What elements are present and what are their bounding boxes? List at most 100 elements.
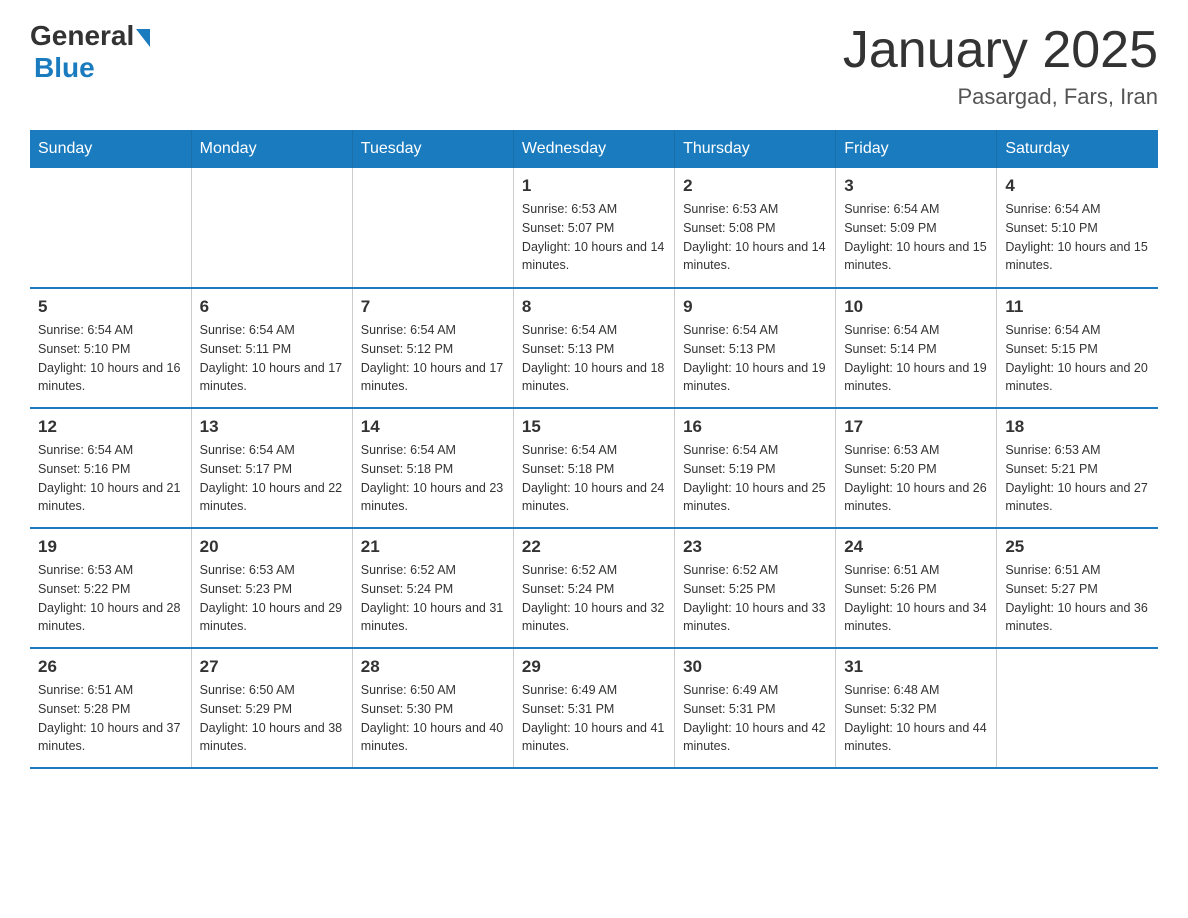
day-number: 22: [522, 537, 666, 557]
day-number: 7: [361, 297, 505, 317]
day-number: 3: [844, 176, 988, 196]
day-info: Sunrise: 6:53 AMSunset: 5:07 PMDaylight:…: [522, 200, 666, 275]
day-number: 14: [361, 417, 505, 437]
calendar-cell: 17 Sunrise: 6:53 AMSunset: 5:20 PMDayligh…: [836, 408, 997, 528]
calendar-cell: [191, 168, 352, 288]
calendar-cell: 24 Sunrise: 6:51 AMSunset: 5:26 PMDayligh…: [836, 528, 997, 648]
day-info: Sunrise: 6:53 AMSunset: 5:20 PMDaylight:…: [844, 441, 988, 516]
day-number: 13: [200, 417, 344, 437]
calendar-cell: 5Sunrise: 6:54 AMSunset: 5:10 PMDaylight…: [30, 288, 191, 408]
calendar-cell: 16 Sunrise: 6:54 AMSunset: 5:19 PMDayligh…: [675, 408, 836, 528]
day-info: Sunrise: 6:50 AMSunset: 5:29 PMDaylight:…: [200, 681, 344, 756]
day-number: 9: [683, 297, 827, 317]
day-number: 16: [683, 417, 827, 437]
week-row-5: 26 Sunrise: 6:51 AMSunset: 5:28 PMDayligh…: [30, 648, 1158, 768]
calendar-cell: 11 Sunrise: 6:54 AMSunset: 5:15 PMDayligh…: [997, 288, 1158, 408]
day-info: Sunrise: 6:54 AMSunset: 5:10 PMDaylight:…: [1005, 200, 1150, 275]
calendar-cell: 30 Sunrise: 6:49 AMSunset: 5:31 PMDayligh…: [675, 648, 836, 768]
day-info: Sunrise: 6:52 AMSunset: 5:24 PMDaylight:…: [361, 561, 505, 636]
day-number: 6: [200, 297, 344, 317]
day-number: 27: [200, 657, 344, 677]
calendar-cell: 15 Sunrise: 6:54 AMSunset: 5:18 PMDayligh…: [513, 408, 674, 528]
calendar-cell: 19Sunrise: 6:53 AMSunset: 5:22 PMDayligh…: [30, 528, 191, 648]
week-row-4: 19Sunrise: 6:53 AMSunset: 5:22 PMDayligh…: [30, 528, 1158, 648]
header-tuesday: Tuesday: [352, 130, 513, 168]
day-info: Sunrise: 6:53 AMSunset: 5:08 PMDaylight:…: [683, 200, 827, 275]
header-wednesday: Wednesday: [513, 130, 674, 168]
day-info: Sunrise: 6:54 AMSunset: 5:14 PMDaylight:…: [844, 321, 988, 396]
day-number: 17: [844, 417, 988, 437]
day-number: 11: [1005, 297, 1150, 317]
calendar-cell: 2Sunrise: 6:53 AMSunset: 5:08 PMDaylight…: [675, 168, 836, 288]
day-info: Sunrise: 6:54 AMSunset: 5:13 PMDaylight:…: [683, 321, 827, 396]
page-header: General Blue January 2025 Pasargad, Fars…: [30, 20, 1158, 110]
calendar-cell: [997, 648, 1158, 768]
calendar-cell: 1 Sunrise: 6:53 AMSunset: 5:07 PMDaylight…: [513, 168, 674, 288]
day-number: 15: [522, 417, 666, 437]
day-number: 10: [844, 297, 988, 317]
calendar-cell: 29Sunrise: 6:49 AMSunset: 5:31 PMDayligh…: [513, 648, 674, 768]
calendar-header-row: SundayMondayTuesdayWednesdayThursdayFrid…: [30, 130, 1158, 168]
day-info: Sunrise: 6:54 AMSunset: 5:18 PMDaylight:…: [522, 441, 666, 516]
calendar-cell: 26 Sunrise: 6:51 AMSunset: 5:28 PMDayligh…: [30, 648, 191, 768]
calendar-cell: 25Sunrise: 6:51 AMSunset: 5:27 PMDayligh…: [997, 528, 1158, 648]
calendar-cell: 14 Sunrise: 6:54 AMSunset: 5:18 PMDayligh…: [352, 408, 513, 528]
day-info: Sunrise: 6:54 AMSunset: 5:11 PMDaylight:…: [200, 321, 344, 396]
week-row-2: 5Sunrise: 6:54 AMSunset: 5:10 PMDaylight…: [30, 288, 1158, 408]
calendar-cell: 12 Sunrise: 6:54 AMSunset: 5:16 PMDayligh…: [30, 408, 191, 528]
day-number: 19: [38, 537, 183, 557]
day-info: Sunrise: 6:48 AMSunset: 5:32 PMDaylight:…: [844, 681, 988, 756]
day-info: Sunrise: 6:54 AMSunset: 5:18 PMDaylight:…: [361, 441, 505, 516]
day-info: Sunrise: 6:53 AMSunset: 5:21 PMDaylight:…: [1005, 441, 1150, 516]
calendar-cell: 31 Sunrise: 6:48 AMSunset: 5:32 PMDayligh…: [836, 648, 997, 768]
day-number: 8: [522, 297, 666, 317]
day-number: 24: [844, 537, 988, 557]
header-friday: Friday: [836, 130, 997, 168]
calendar-cell: 4Sunrise: 6:54 AMSunset: 5:10 PMDaylight…: [997, 168, 1158, 288]
calendar-cell: 10 Sunrise: 6:54 AMSunset: 5:14 PMDayligh…: [836, 288, 997, 408]
week-row-1: 1 Sunrise: 6:53 AMSunset: 5:07 PMDaylight…: [30, 168, 1158, 288]
day-number: 26: [38, 657, 183, 677]
day-number: 29: [522, 657, 666, 677]
day-info: Sunrise: 6:54 AMSunset: 5:10 PMDaylight:…: [38, 321, 183, 396]
calendar-cell: [352, 168, 513, 288]
calendar-table: SundayMondayTuesdayWednesdayThursdayFrid…: [30, 130, 1158, 769]
day-info: Sunrise: 6:51 AMSunset: 5:26 PMDaylight:…: [844, 561, 988, 636]
header-saturday: Saturday: [997, 130, 1158, 168]
logo: General Blue: [30, 20, 150, 84]
header-sunday: Sunday: [30, 130, 191, 168]
logo-triangle-icon: [136, 29, 150, 47]
day-info: Sunrise: 6:50 AMSunset: 5:30 PMDaylight:…: [361, 681, 505, 756]
day-number: 23: [683, 537, 827, 557]
calendar-cell: 18Sunrise: 6:53 AMSunset: 5:21 PMDayligh…: [997, 408, 1158, 528]
day-info: Sunrise: 6:51 AMSunset: 5:28 PMDaylight:…: [38, 681, 183, 756]
logo-blue-text: Blue: [34, 52, 95, 84]
calendar-subtitle: Pasargad, Fars, Iran: [843, 84, 1158, 110]
calendar-title: January 2025: [843, 20, 1158, 80]
calendar-cell: 21 Sunrise: 6:52 AMSunset: 5:24 PMDayligh…: [352, 528, 513, 648]
day-number: 21: [361, 537, 505, 557]
day-info: Sunrise: 6:53 AMSunset: 5:23 PMDaylight:…: [200, 561, 344, 636]
day-info: Sunrise: 6:54 AMSunset: 5:19 PMDaylight:…: [683, 441, 827, 516]
calendar-cell: 9 Sunrise: 6:54 AMSunset: 5:13 PMDaylight…: [675, 288, 836, 408]
day-info: Sunrise: 6:54 AMSunset: 5:16 PMDaylight:…: [38, 441, 183, 516]
day-info: Sunrise: 6:54 AMSunset: 5:09 PMDaylight:…: [844, 200, 988, 275]
day-info: Sunrise: 6:51 AMSunset: 5:27 PMDaylight:…: [1005, 561, 1150, 636]
day-number: 31: [844, 657, 988, 677]
day-info: Sunrise: 6:54 AMSunset: 5:15 PMDaylight:…: [1005, 321, 1150, 396]
day-number: 30: [683, 657, 827, 677]
day-number: 12: [38, 417, 183, 437]
calendar-cell: 6 Sunrise: 6:54 AMSunset: 5:11 PMDaylight…: [191, 288, 352, 408]
day-info: Sunrise: 6:52 AMSunset: 5:24 PMDaylight:…: [522, 561, 666, 636]
day-info: Sunrise: 6:54 AMSunset: 5:17 PMDaylight:…: [200, 441, 344, 516]
calendar-cell: 22 Sunrise: 6:52 AMSunset: 5:24 PMDayligh…: [513, 528, 674, 648]
calendar-cell: 27 Sunrise: 6:50 AMSunset: 5:29 PMDayligh…: [191, 648, 352, 768]
day-info: Sunrise: 6:54 AMSunset: 5:13 PMDaylight:…: [522, 321, 666, 396]
day-number: 28: [361, 657, 505, 677]
header-monday: Monday: [191, 130, 352, 168]
day-info: Sunrise: 6:49 AMSunset: 5:31 PMDaylight:…: [683, 681, 827, 756]
day-number: 1: [522, 176, 666, 196]
calendar-cell: 8 Sunrise: 6:54 AMSunset: 5:13 PMDaylight…: [513, 288, 674, 408]
day-number: 20: [200, 537, 344, 557]
day-info: Sunrise: 6:54 AMSunset: 5:12 PMDaylight:…: [361, 321, 505, 396]
